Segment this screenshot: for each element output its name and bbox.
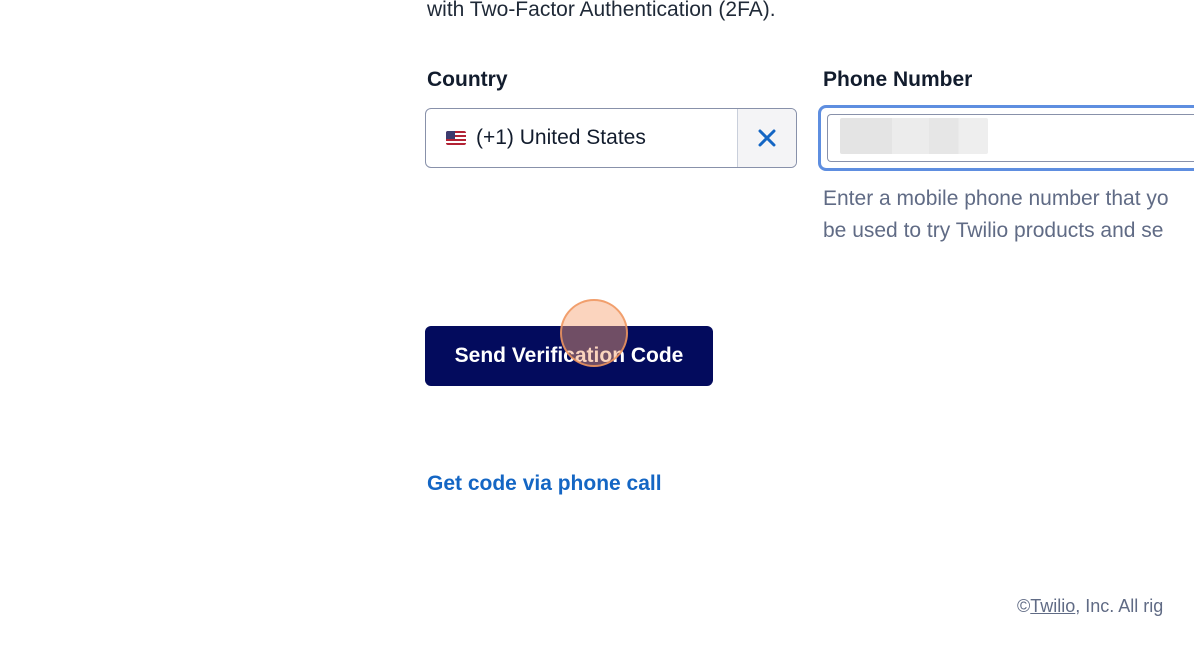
country-value-text: (+1) United States <box>476 126 646 149</box>
copyright-symbol: © <box>1017 596 1031 616</box>
country-value[interactable]: (+1) United States <box>426 109 737 167</box>
footer-copyright: ©Twilio, Inc. All rig <box>1017 596 1163 617</box>
phone-number-label: Phone Number <box>823 68 973 91</box>
country-label: Country <box>427 68 508 91</box>
clear-country-button[interactable] <box>737 109 796 167</box>
close-icon <box>758 129 776 147</box>
phone-helper-line-2: be used to try Twilio products and se <box>823 219 1164 242</box>
phone-helper-text: Enter a mobile phone number that yo be u… <box>823 183 1169 247</box>
country-select[interactable]: (+1) United States <box>425 108 797 168</box>
verification-page: with Two-Factor Authentication (2FA). Co… <box>0 0 1194 672</box>
get-code-via-phone-call-link[interactable]: Get code via phone call <box>427 472 662 496</box>
phone-helper-line-1: Enter a mobile phone number that yo <box>823 187 1169 210</box>
redacted-phone-value <box>840 118 988 154</box>
send-verification-code-button[interactable]: Send Verification Code <box>425 326 713 386</box>
us-flag-icon <box>446 131 466 145</box>
twilio-link[interactable]: Twilio <box>1030 596 1075 616</box>
intro-text: with Two-Factor Authentication (2FA). <box>427 0 776 21</box>
copyright-rest: , Inc. All rig <box>1075 596 1164 616</box>
